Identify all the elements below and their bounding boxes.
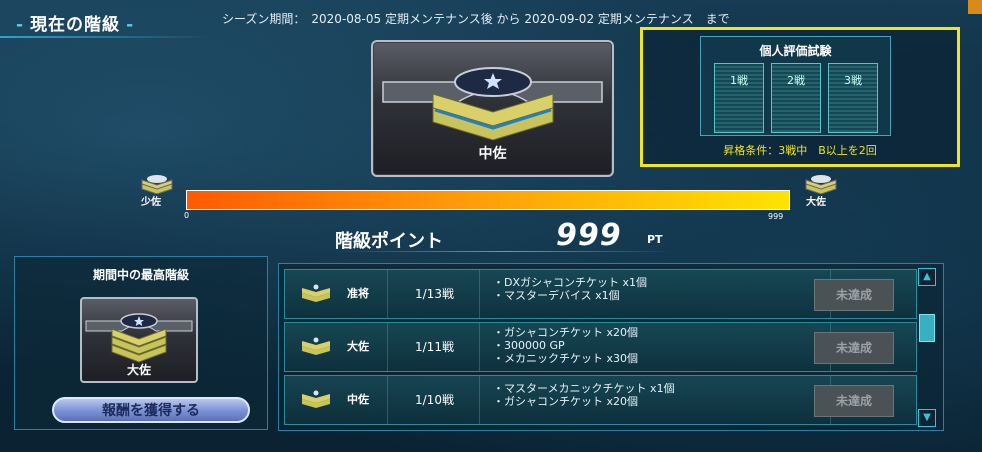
rank-points-value: 999 bbox=[556, 218, 622, 253]
upper-rank-icon bbox=[805, 175, 837, 194]
reward-rank-name: 大佐 bbox=[347, 340, 369, 353]
scroll-thumb[interactable] bbox=[919, 314, 935, 342]
reward-rank-name: 准将 bbox=[347, 287, 369, 300]
reward-list-scrollbar[interactable]: ▲ ▼ bbox=[918, 268, 936, 427]
trial-slot-1: 1戦 bbox=[714, 63, 764, 133]
reward-battle-count: 1/11戦 bbox=[415, 340, 454, 354]
scroll-down-icon[interactable]: ▼ bbox=[918, 409, 936, 427]
reward-battle-count: 1/13戦 bbox=[415, 287, 454, 301]
current-rank-name: 中佐 bbox=[478, 146, 507, 162]
reward-status-button[interactable]: 未達成 bbox=[814, 385, 894, 417]
upper-rank-label: 大佐 bbox=[806, 197, 826, 208]
reward-status-button[interactable]: 未達成 bbox=[814, 332, 894, 364]
points-divider bbox=[335, 251, 675, 252]
reward-battle-count: 1/10戦 bbox=[415, 393, 454, 407]
trial-slot-3: 3戦 bbox=[828, 63, 878, 133]
claim-reward-button[interactable]: 報酬を獲得する bbox=[52, 397, 250, 423]
highest-rank-name: 大佐 bbox=[126, 363, 151, 377]
progress-min-tick: 0 bbox=[184, 211, 190, 220]
progress-max-tick: 999 bbox=[768, 212, 784, 221]
highest-rank-card: 大佐 bbox=[80, 297, 198, 383]
rank-points-label: 階級ポイント bbox=[335, 231, 443, 252]
reward-row: 准将 1/13戦 ・DXガシャコンチケット x1個 ・マスターデバイス x1個 … bbox=[284, 269, 917, 319]
season-period: シーズン期間： 2020-08-05 定期メンテナンス後 から 2020-09-… bbox=[222, 12, 730, 26]
trial-slots-box: 個人評価試験 1戦 2戦 3戦 bbox=[700, 36, 891, 136]
evaluation-trial-panel: 個人評価試験 1戦 2戦 3戦 昇格条件：3戦中 B以上を2回 bbox=[640, 27, 960, 167]
current-rank-card: 中佐 bbox=[371, 40, 614, 177]
reward-rank-name: 中佐 bbox=[347, 393, 369, 406]
rank-chevron-icon bbox=[302, 284, 330, 302]
promotion-condition: 昇格条件：3戦中 B以上を2回 bbox=[723, 144, 877, 157]
rank-progress-fill bbox=[187, 191, 789, 209]
rank-reward-list: 准将 1/13戦 ・DXガシャコンチケット x1個 ・マスターデバイス x1個 … bbox=[278, 263, 944, 431]
reward-row: 大佐 1/11戦 ・ガシャコンチケット x20個 ・300000 GP ・メカニ… bbox=[284, 322, 917, 372]
reward-row: 中佐 1/10戦 ・マスターメカニックチケット x1個 ・ガシャコンチケット x… bbox=[284, 375, 917, 425]
header-underline bbox=[0, 36, 210, 38]
reward-items: ・ガシャコンチケット x20個 ・300000 GP ・メカニックチケット x3… bbox=[493, 326, 639, 365]
lower-rank-icon bbox=[141, 175, 173, 194]
reward-items: ・マスターメカニックチケット x1個 ・ガシャコンチケット x20個 bbox=[493, 382, 675, 408]
lower-rank-label: 少佐 bbox=[141, 197, 161, 208]
rank-points-unit: PT bbox=[647, 233, 663, 246]
reward-items: ・DXガシャコンチケット x1個 ・マスターデバイス x1個 bbox=[493, 276, 648, 302]
reward-status-button[interactable]: 未達成 bbox=[814, 279, 894, 311]
trial-slot-2: 2戦 bbox=[771, 63, 821, 133]
scroll-up-icon[interactable]: ▲ bbox=[918, 268, 936, 286]
window-corner-icon[interactable] bbox=[968, 0, 982, 14]
page-title: - 現在の階級 - bbox=[16, 15, 135, 35]
highest-rank-title: 期間中の最高階級 bbox=[92, 268, 189, 282]
rank-chevron-icon bbox=[302, 337, 330, 355]
trial-title: 個人評価試験 bbox=[759, 44, 832, 58]
rank-chevron-icon bbox=[302, 390, 330, 408]
highest-rank-panel: 期間中の最高階級 大佐 報酬を獲得する bbox=[14, 256, 268, 430]
rank-progress-bar bbox=[186, 190, 790, 210]
